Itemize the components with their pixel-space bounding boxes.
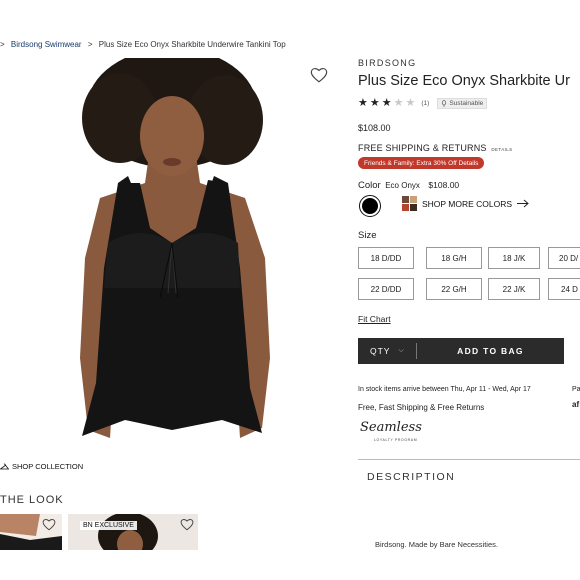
seamless-logo-sub: LOYALTY PROGRAM <box>374 438 418 442</box>
description-heading[interactable]: DESCRIPTION <box>367 471 455 483</box>
size-option[interactable]: 22 J/K <box>488 278 540 300</box>
product-price: $108.00 <box>358 123 391 133</box>
truncated-text: af <box>572 400 580 409</box>
model-photo <box>80 58 270 438</box>
description-tagline: Birdsong. Made by Bare Necessities. <box>375 540 498 549</box>
swatch-dot <box>362 198 378 214</box>
sustainable-badge: Sustainable <box>437 98 488 109</box>
wishlist-heart-icon[interactable] <box>310 66 328 84</box>
color-value: Eco Onyx <box>385 181 420 190</box>
delivery-estimate: In stock items arrive between Thu, Apr 1… <box>358 386 531 393</box>
color-row: Color Eco Onyx $108.00 <box>358 180 459 191</box>
promo-banner[interactable]: Friends & Family: Extra 30% Off Details <box>358 157 485 169</box>
seamless-logo-script: Seamless <box>360 420 422 435</box>
breadcrumb-separator: > <box>0 40 5 49</box>
review-count[interactable]: (1) <box>421 100 429 107</box>
star-empty-icon: ★ <box>405 97 416 109</box>
brand-name[interactable]: BIRDSONG <box>358 58 416 68</box>
fit-chart-link[interactable]: Fit Chart <box>358 314 391 324</box>
the-look-heading: THE LOOK <box>0 494 64 506</box>
seamless-logo[interactable]: Seamless LOYALTY PROGRAM <box>360 420 424 448</box>
size-option[interactable]: 24 D <box>548 278 580 300</box>
shipping-label: FREE SHIPPING & RETURNS <box>358 143 487 153</box>
size-option[interactable]: 22 D/DD <box>358 278 414 300</box>
look-thumbnail-image <box>98 514 158 550</box>
add-to-bag-bar: QTY ⌵ ADD TO BAG <box>358 338 564 364</box>
look-wishlist-heart-icon[interactable] <box>42 518 56 531</box>
add-to-bag-button[interactable]: ADD TO BAG <box>417 346 564 356</box>
shop-collection-label: SHOP COLLECTION <box>12 462 84 471</box>
truncated-text: Pa <box>572 386 580 393</box>
color-palette-icon <box>402 196 417 211</box>
breadcrumb-brand-link[interactable]: Birdsong Swimwear <box>11 40 82 49</box>
leaf-icon <box>442 100 447 107</box>
size-label: Size <box>358 230 377 241</box>
arrow-right-icon <box>517 199 529 208</box>
star-filled-icon: ★ <box>358 97 368 109</box>
look-thumbnail[interactable] <box>68 514 198 550</box>
color-label: Color <box>358 180 381 191</box>
shipping-details-link[interactable]: DETAILS <box>491 147 512 152</box>
qty-select[interactable]: QTY ⌵ <box>358 346 416 356</box>
chevron-down-icon: ⌵ <box>398 347 405 354</box>
sustainable-label: Sustainable <box>449 100 484 107</box>
free-shipping-text: Free, Fast Shipping & Free Returns <box>358 403 485 412</box>
size-option[interactable]: 22 G/H <box>426 278 482 300</box>
breadcrumb-separator: > <box>87 40 93 49</box>
divider <box>358 459 580 460</box>
qty-label: QTY <box>370 346 391 356</box>
shop-more-colors-link[interactable]: SHOP MORE COLORS <box>402 196 529 211</box>
size-option[interactable]: 20 D/ <box>548 247 580 269</box>
size-option[interactable]: 18 D/DD <box>358 247 414 269</box>
color-swatch-selected[interactable] <box>359 195 381 217</box>
shop-more-colors-label: SHOP MORE COLORS <box>422 198 513 209</box>
size-option[interactable]: 18 G/H <box>426 247 482 269</box>
size-option[interactable]: 18 J/K <box>488 247 540 269</box>
look-wishlist-heart-icon[interactable] <box>180 518 194 531</box>
shop-collection-link[interactable]: SHOP COLLECTION <box>0 462 83 471</box>
product-title: Plus Size Eco Onyx Sharkbite Ur <box>358 73 570 89</box>
hanger-icon <box>0 463 9 469</box>
breadcrumb-current: Plus Size Eco Onyx Sharkbite Underwire T… <box>98 40 286 49</box>
product-image[interactable] <box>0 58 300 458</box>
color-price: $108.00 <box>428 180 460 190</box>
breadcrumb: > Birdsong Swimwear > Plus Size Eco Onyx… <box>0 40 290 49</box>
exclusive-badge: BN EXCLUSIVE <box>80 521 137 530</box>
star-filled-icon: ★ <box>369 97 380 109</box>
shipping-info: FREE SHIPPING & RETURNS DETAILS <box>358 143 513 153</box>
rating-row[interactable]: ★ ★ ★ ★ ★ (1) Sustainable <box>358 97 488 109</box>
star-empty-icon: ★ <box>393 97 404 109</box>
star-filled-icon: ★ <box>381 97 392 109</box>
